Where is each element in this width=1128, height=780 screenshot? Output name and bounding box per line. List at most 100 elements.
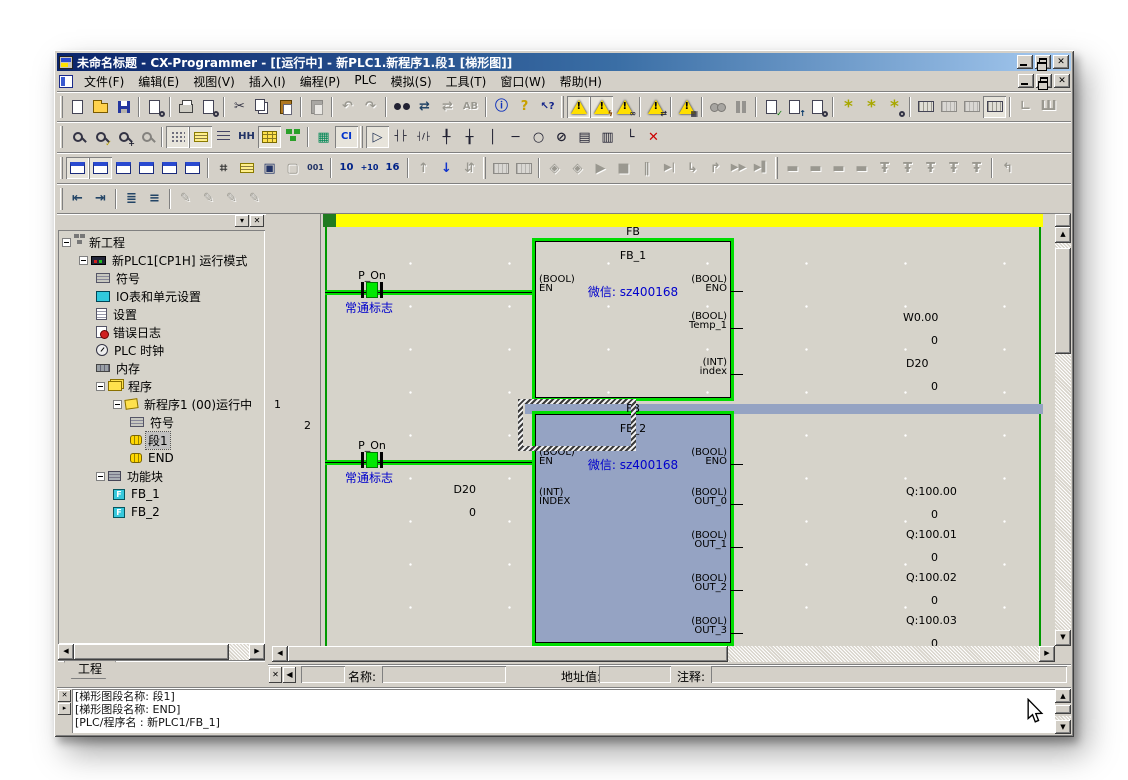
- tree-item-program-symbols[interactable]: 符号: [58, 413, 265, 431]
- tracer-2-icon[interactable]: Ŧ: [896, 157, 919, 179]
- tracer-3-icon[interactable]: Ŧ: [919, 157, 942, 179]
- vertical-line-icon[interactable]: │: [481, 126, 504, 148]
- sim-step-in-icon[interactable]: ↳: [681, 157, 704, 179]
- about-icon[interactable]: ⓘ: [490, 96, 513, 118]
- ladder-vertical-scrollbar[interactable]: ▲ ▼: [1055, 214, 1071, 646]
- cross-reference-icon[interactable]: ⌗: [212, 157, 235, 179]
- tracer-5-icon[interactable]: Ŧ: [965, 157, 988, 179]
- new-open-contact-icon[interactable]: ┤├: [389, 126, 412, 148]
- fields-close-icon[interactable]: ✕: [269, 667, 282, 683]
- compare-with-plc-icon[interactable]: ⇵: [458, 157, 481, 179]
- scroll-down-icon[interactable]: ▼: [1055, 720, 1071, 734]
- new-fb-invocation-icon[interactable]: ▥: [596, 126, 619, 148]
- program-online-edit-icon[interactable]: [806, 96, 829, 118]
- view-fb-window-icon[interactable]: [89, 157, 112, 179]
- expander-icon[interactable]: [96, 472, 105, 481]
- plc-memory-4-icon[interactable]: [983, 96, 1006, 118]
- monitor-alarm-icon[interactable]: [567, 96, 590, 118]
- scroll-up-icon[interactable]: ▲: [1055, 689, 1071, 703]
- rung-margin[interactable]: 1 2: [268, 214, 321, 646]
- instance-selector[interactable]: [301, 666, 345, 683]
- new-coil-icon[interactable]: ○: [527, 126, 550, 148]
- scroll-right-icon[interactable]: ▶: [249, 644, 265, 660]
- scroll-up-icon[interactable]: ▲: [1055, 227, 1071, 243]
- expander-icon[interactable]: [79, 256, 88, 265]
- output-next-icon[interactable]: ▸: [58, 703, 71, 715]
- restore-button[interactable]: [1035, 55, 1051, 69]
- simulator-mode-icon[interactable]: [512, 157, 535, 179]
- sim-step-out-icon[interactable]: ↱: [704, 157, 727, 179]
- fb-search-icon[interactable]: *: [883, 96, 906, 118]
- expander-icon[interactable]: [62, 238, 71, 247]
- fb-generate-icon[interactable]: *: [837, 96, 860, 118]
- scroll-down-icon[interactable]: ▼: [1055, 630, 1071, 646]
- menu-item[interactable]: 文件(F): [77, 71, 131, 92]
- program-window-icon[interactable]: ▣: [258, 157, 281, 179]
- online-edit-begin-icon[interactable]: ▬: [781, 157, 804, 179]
- find-icon[interactable]: [390, 96, 413, 118]
- pane-splitter-box[interactable]: [1055, 214, 1071, 227]
- menu-item[interactable]: 视图(V): [186, 71, 242, 92]
- online-edit-cancel-icon[interactable]: ▬: [827, 157, 850, 179]
- scroll-left-icon[interactable]: ◀: [58, 644, 74, 660]
- address-reference-icon[interactable]: ⇄: [413, 96, 436, 118]
- tracer-4-icon[interactable]: Ŧ: [942, 157, 965, 179]
- program-check-icon[interactable]: ✓: [760, 96, 783, 118]
- expander-icon[interactable]: [96, 382, 105, 391]
- go-back-icon[interactable]: ↰: [996, 157, 1019, 179]
- transfer-alarm-icon[interactable]: ⇄: [644, 96, 667, 118]
- online-edit-release-icon[interactable]: ▬: [850, 157, 873, 179]
- monitor-signed-decimal-icon[interactable]: +10: [358, 157, 381, 179]
- outdent-rung-icon[interactable]: ⇤: [66, 188, 89, 210]
- ladder-canvas[interactable]: P_On 常通标志 FB FB_1 (BOOL) EN 微信: sz400168…: [321, 214, 1055, 646]
- transfer-from-plc-icon[interactable]: ↑: [412, 157, 435, 179]
- tree-item-fb-2[interactable]: FFB_2: [58, 503, 265, 521]
- print-icon[interactable]: [174, 96, 197, 118]
- scroll-thumb[interactable]: [74, 644, 229, 660]
- new-vertical-down-icon[interactable]: └: [619, 126, 642, 148]
- print-preview-icon[interactable]: [197, 96, 220, 118]
- monitor-alarm-flash-icon[interactable]: ϟ: [590, 96, 613, 118]
- output-close-icon[interactable]: ✕: [58, 690, 71, 702]
- tree-item-project-root[interactable]: 新工程: [58, 233, 265, 251]
- close-button[interactable]: ✕: [1053, 55, 1069, 69]
- tree-item-section-1[interactable]: 段1: [58, 431, 265, 449]
- menu-item[interactable]: 编程(P): [293, 71, 348, 92]
- workspace-dropdown-button[interactable]: ▾: [235, 215, 249, 227]
- sim-stop-icon[interactable]: ■: [612, 157, 635, 179]
- pause-icon[interactable]: [729, 96, 752, 118]
- differential-monitor-icon[interactable]: Ш: [1037, 96, 1060, 118]
- address-field[interactable]: [599, 666, 671, 683]
- sim-pause-icon[interactable]: ‖: [635, 157, 658, 179]
- fb1-block[interactable]: FB_1 (BOOL) EN 微信: sz400168 (BOOL) ENO (…: [532, 238, 734, 401]
- menu-item[interactable]: 编辑(E): [131, 71, 186, 92]
- monitor-hex-icon[interactable]: 16: [381, 157, 404, 179]
- show-comments-icon[interactable]: [189, 126, 212, 148]
- view-io-window-icon[interactable]: [158, 157, 181, 179]
- transfer-to-plc-icon[interactable]: ↓: [435, 157, 458, 179]
- tracer-1-icon[interactable]: Ŧ: [873, 157, 896, 179]
- tree-item-settings[interactable]: 设置: [58, 305, 265, 323]
- delete-element-icon[interactable]: ✕: [642, 126, 665, 148]
- new-plc-instruction-icon[interactable]: ▤: [573, 126, 596, 148]
- online-alarm-icon[interactable]: ▦: [675, 96, 698, 118]
- sim-multi-scan-icon[interactable]: ◈: [566, 157, 589, 179]
- tree-item-fb-1[interactable]: FFB_1: [58, 485, 265, 503]
- binary-monitor-icon[interactable]: 001: [304, 157, 327, 179]
- indent-rung-icon[interactable]: ⇥: [89, 188, 112, 210]
- scroll-thumb[interactable]: [1055, 705, 1071, 714]
- zoom-out-icon[interactable]: [135, 126, 158, 148]
- new-file-icon[interactable]: [66, 96, 89, 118]
- tree-item-function-blocks[interactable]: 功能块: [58, 467, 265, 485]
- watch-window-icon[interactable]: ▢: [281, 157, 304, 179]
- show-program-tree-icon[interactable]: [281, 126, 304, 148]
- zoom-fit-icon[interactable]: [66, 126, 89, 148]
- tree-item-memory[interactable]: 内存: [58, 359, 265, 377]
- save-file-icon[interactable]: [112, 96, 135, 118]
- workspace-close-button[interactable]: ✕: [250, 215, 264, 227]
- plc-memory-3-icon[interactable]: [960, 96, 983, 118]
- horizontal-line-icon[interactable]: ─: [504, 126, 527, 148]
- menu-item[interactable]: 帮助(H): [553, 71, 609, 92]
- view-diagram-icon[interactable]: [66, 157, 89, 179]
- replace-icon[interactable]: ⇄: [436, 96, 459, 118]
